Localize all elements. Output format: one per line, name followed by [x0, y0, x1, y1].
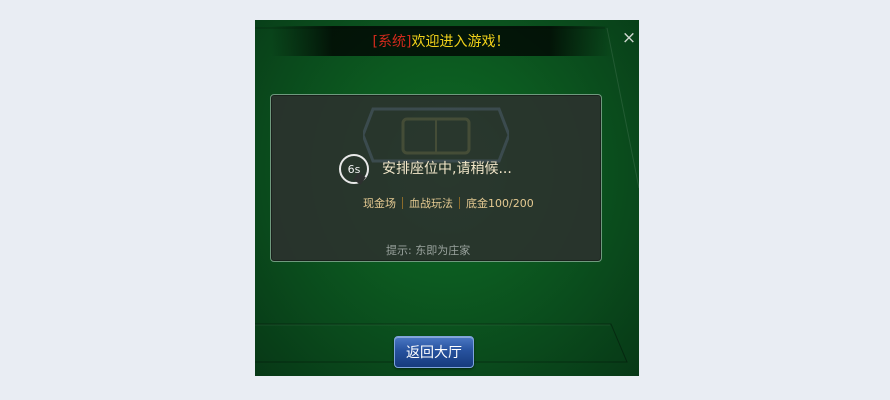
system-tag: [系统] — [372, 34, 412, 50]
room-stake: 底金100/200 — [466, 197, 534, 210]
seat-waiting-dialog: 6s 安排座位中,请稍候... 现金场 血战玩法 底金100/200 提示: 东… — [270, 94, 602, 262]
system-message-bar: [系统] 欢迎进入游戏！ — [271, 26, 611, 56]
divider — [402, 197, 403, 209]
room-info: 现金场 血战玩法 底金100/200 — [363, 195, 534, 211]
seat-status-text: 安排座位中,请稍候... — [382, 161, 512, 177]
game-window: [系统] 欢迎进入游戏！ × 6s 安排座位中,请稍候... 现金场 血战玩法 … — [255, 20, 639, 376]
divider — [459, 197, 460, 209]
system-welcome-message: 欢迎进入游戏！ — [411, 34, 510, 50]
room-rule: 血战玩法 — [409, 197, 453, 210]
countdown-timer-icon: 6s — [339, 154, 369, 185]
room-mode: 现金场 — [363, 197, 396, 210]
return-lobby-button[interactable]: 返回大厅 — [394, 336, 474, 368]
dealer-hint: 提示: 东即为庄家 — [386, 244, 471, 257]
countdown-value: 6s — [347, 162, 361, 176]
close-icon[interactable]: × — [621, 30, 637, 47]
